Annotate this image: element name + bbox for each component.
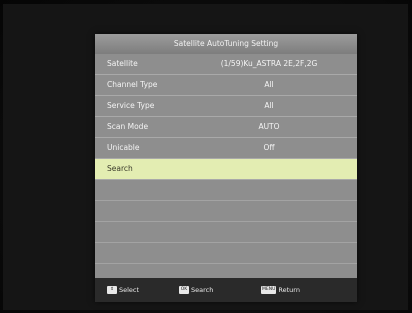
empty-row — [95, 201, 357, 222]
hint-search-label: Search — [191, 286, 214, 294]
empty-row — [95, 243, 357, 264]
hint-select: ⇕ Select — [107, 278, 139, 302]
search-item[interactable]: Search — [95, 159, 357, 180]
setting-value: (1/59)Ku_ASTRA 2E,2F,2G — [220, 59, 318, 68]
setting-row-channel-type[interactable]: Channel Type All — [95, 75, 357, 96]
tv-bezel: Satellite AutoTuning Setting Satellite (… — [0, 0, 412, 313]
setting-row-service-type[interactable]: Service Type All — [95, 96, 357, 117]
setting-value: AUTO — [258, 122, 280, 131]
hint-return-label: Return — [278, 286, 300, 294]
tv-screen: Satellite AutoTuning Setting Satellite (… — [3, 4, 408, 310]
hint-select-label: Select — [119, 286, 140, 294]
dialog-title: Satellite AutoTuning Setting — [95, 34, 357, 54]
search-item-label: Search — [107, 164, 133, 173]
empty-row — [95, 180, 357, 201]
setting-label: Unicable — [107, 143, 140, 152]
setting-label: Channel Type — [107, 80, 158, 89]
setting-label: Scan Mode — [107, 122, 149, 131]
key-hint-bar: ⇕ Select OK Search MENU Return — [95, 278, 357, 302]
hint-search: OK Search — [179, 278, 213, 302]
empty-row — [95, 222, 357, 243]
setting-row-scan-mode[interactable]: Scan Mode AUTO — [95, 117, 357, 138]
setting-value: All — [264, 101, 274, 110]
autotuning-dialog: Satellite AutoTuning Setting Satellite (… — [95, 34, 357, 302]
setting-value: All — [264, 80, 274, 89]
updown-key-icon: ⇕ — [107, 286, 117, 294]
setting-row-satellite[interactable]: Satellite (1/59)Ku_ASTRA 2E,2F,2G — [95, 54, 357, 75]
setting-label: Satellite — [107, 59, 138, 68]
settings-list: Satellite (1/59)Ku_ASTRA 2E,2F,2G Channe… — [95, 54, 357, 285]
ok-key-icon: OK — [179, 286, 189, 294]
menu-key-icon: MENU — [261, 286, 277, 294]
setting-row-unicable[interactable]: Unicable Off — [95, 138, 357, 159]
setting-value: Off — [263, 143, 275, 152]
hint-return: MENU Return — [261, 278, 300, 302]
setting-label: Service Type — [107, 101, 155, 110]
